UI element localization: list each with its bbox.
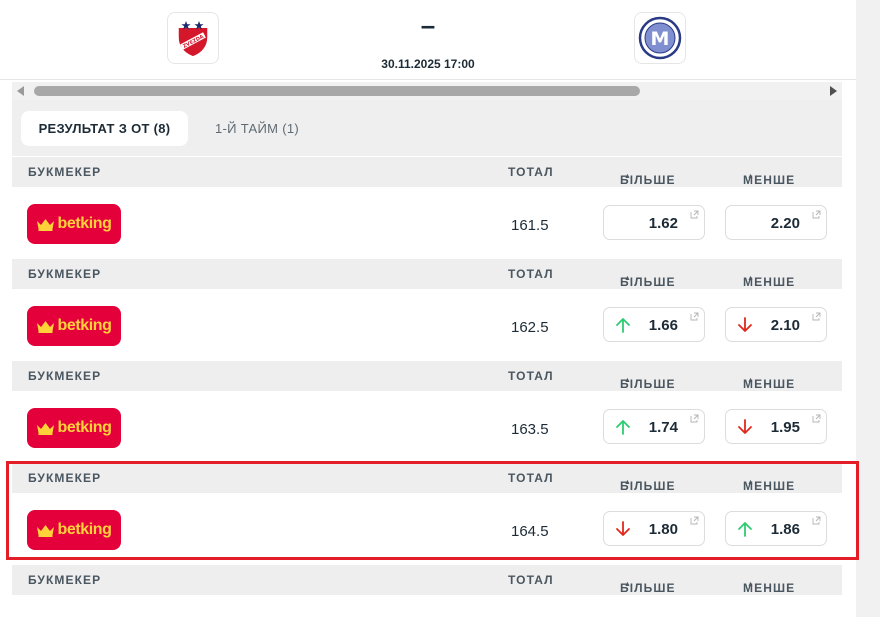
external-link-icon: [812, 414, 821, 423]
table-header: БУКМЕКЕР ТОТАЛ БІЛЬШЕ ▲ МЕНШЕ ▲: [12, 157, 842, 187]
scroll-thumb[interactable]: [34, 86, 640, 96]
match-score: –: [420, 10, 436, 40]
table-header: БУКМЕКЕР ТОТАЛ БІЛЬШЕ ▲ МЕНШЕ ▲: [12, 463, 842, 493]
sort-up-icon: ▲: [747, 275, 756, 282]
column-bookmaker: БУКМЕКЕР: [28, 471, 102, 485]
external-link-icon: [812, 312, 821, 321]
external-link-icon: [690, 516, 699, 525]
bookmaker-name: betking: [57, 317, 112, 334]
scroll-right-arrow-icon[interactable]: [830, 86, 837, 96]
external-link-icon: [690, 210, 699, 219]
total-value: 162.5: [511, 319, 549, 336]
crown-icon: [37, 422, 55, 435]
column-total: ТОТАЛ: [508, 165, 554, 179]
crown-icon: [37, 524, 55, 537]
sort-up-icon: ▲: [624, 173, 633, 180]
sort-up-icon: ▲: [624, 275, 633, 282]
sort-up-icon: ▲: [747, 581, 756, 588]
bookmaker-logo[interactable]: betking: [27, 204, 121, 244]
bookmaker-name: betking: [57, 215, 112, 232]
scroll-left-arrow-icon[interactable]: [17, 86, 24, 96]
arrow-down-icon: [738, 317, 752, 332]
under-odd-button[interactable]: 2.20: [725, 205, 827, 240]
sort-up-icon: ▲: [624, 581, 633, 588]
page-scrollbar[interactable]: [856, 0, 880, 617]
column-total: ТОТАЛ: [508, 267, 554, 281]
bookmaker-name: betking: [57, 521, 112, 538]
away-logo-text: M: [651, 28, 670, 50]
table-row: betking 163.5 1.74 1.95: [12, 393, 842, 465]
bookmaker-name: betking: [57, 419, 112, 436]
column-bookmaker: БУКМЕКЕР: [28, 267, 102, 281]
external-link-icon: [812, 516, 821, 525]
sort-up-icon: ▲: [747, 377, 756, 384]
external-link-icon: [690, 312, 699, 321]
table-header: БУКМЕКЕР ТОТАЛ БІЛЬШЕ ▲ МЕНШЕ ▲: [12, 259, 842, 289]
under-odd-value: 2.10: [770, 317, 800, 334]
tab-first-half[interactable]: 1-Й ТАЙМ (1): [201, 111, 313, 146]
total-value: 164.5: [511, 523, 549, 540]
over-odd-value: 1.80: [648, 521, 678, 538]
sort-up-icon: ▲: [747, 173, 756, 180]
table-row: betking 164.5 1.80 1.86: [12, 495, 842, 567]
sort-up-icon: ▲: [747, 479, 756, 486]
bookmaker-logo[interactable]: betking: [27, 408, 121, 448]
crown-icon: [37, 218, 55, 231]
page: ZVEZDA – 30.11.2025 17:00 M РЕЗУЛЬТАТ З …: [0, 0, 880, 617]
crown-icon: [37, 320, 55, 333]
sort-up-icon: ▲: [624, 377, 633, 384]
under-odd-value: 2.20: [770, 215, 800, 232]
horizontal-scrollbar[interactable]: [12, 82, 842, 100]
sort-up-icon: ▲: [624, 479, 633, 486]
arrow-up-icon: [616, 420, 630, 435]
market-tabs: РЕЗУЛЬТАТ З ОТ (8) 1-Й ТАЙМ (1): [12, 100, 842, 156]
total-value: 161.5: [511, 217, 549, 234]
match-date: 30.11.2025 17:00: [381, 57, 475, 71]
table-row: betking 161.5 1.62 2.20: [12, 189, 842, 261]
over-odd-button[interactable]: 1.62: [603, 205, 705, 240]
under-odd-value: 1.86: [770, 521, 800, 538]
over-odd-button[interactable]: 1.74: [603, 409, 705, 444]
over-odd-value: 1.66: [648, 317, 678, 334]
external-link-icon: [812, 210, 821, 219]
under-odd-value: 1.95: [770, 419, 800, 436]
external-link-icon: [690, 414, 699, 423]
arrow-down-icon: [616, 521, 630, 536]
arrow-up-icon: [738, 522, 752, 537]
over-odd-value: 1.62: [648, 215, 678, 232]
under-odd-button[interactable]: 2.10: [725, 307, 827, 342]
away-team-logo[interactable]: M: [634, 12, 686, 64]
bookmaker-logo[interactable]: betking: [27, 306, 121, 346]
arrow-down-icon: [738, 419, 752, 434]
column-bookmaker: БУКМЕКЕР: [28, 369, 102, 383]
column-bookmaker: БУКМЕКЕР: [28, 573, 102, 587]
under-odd-button[interactable]: 1.95: [725, 409, 827, 444]
table-row: betking 162.5 1.66 2.10: [12, 291, 842, 363]
column-bookmaker: БУКМЕКЕР: [28, 165, 102, 179]
under-odd-button[interactable]: 1.86: [725, 511, 827, 546]
arrow-up-icon: [616, 318, 630, 333]
match-header: ZVEZDA – 30.11.2025 17:00 M: [0, 0, 856, 80]
bookmaker-logo[interactable]: betking: [27, 510, 121, 550]
column-total: ТОТАЛ: [508, 471, 554, 485]
table-header: БУКМЕКЕР ТОТАЛ БІЛЬШЕ ▲ МЕНШЕ ▲: [12, 361, 842, 391]
circle-crest-icon: M: [638, 16, 682, 60]
over-odd-button[interactable]: 1.66: [603, 307, 705, 342]
column-total: ТОТАЛ: [508, 369, 554, 383]
table-header: БУКМЕКЕР ТОТАЛ БІЛЬШЕ ▲ МЕНШЕ ▲: [12, 565, 842, 595]
tab-result-with-ot[interactable]: РЕЗУЛЬТАТ З ОТ (8): [21, 111, 188, 146]
column-total: ТОТАЛ: [508, 573, 554, 587]
over-odd-value: 1.74: [648, 419, 678, 436]
over-odd-button[interactable]: 1.80: [603, 511, 705, 546]
total-value: 163.5: [511, 421, 549, 438]
